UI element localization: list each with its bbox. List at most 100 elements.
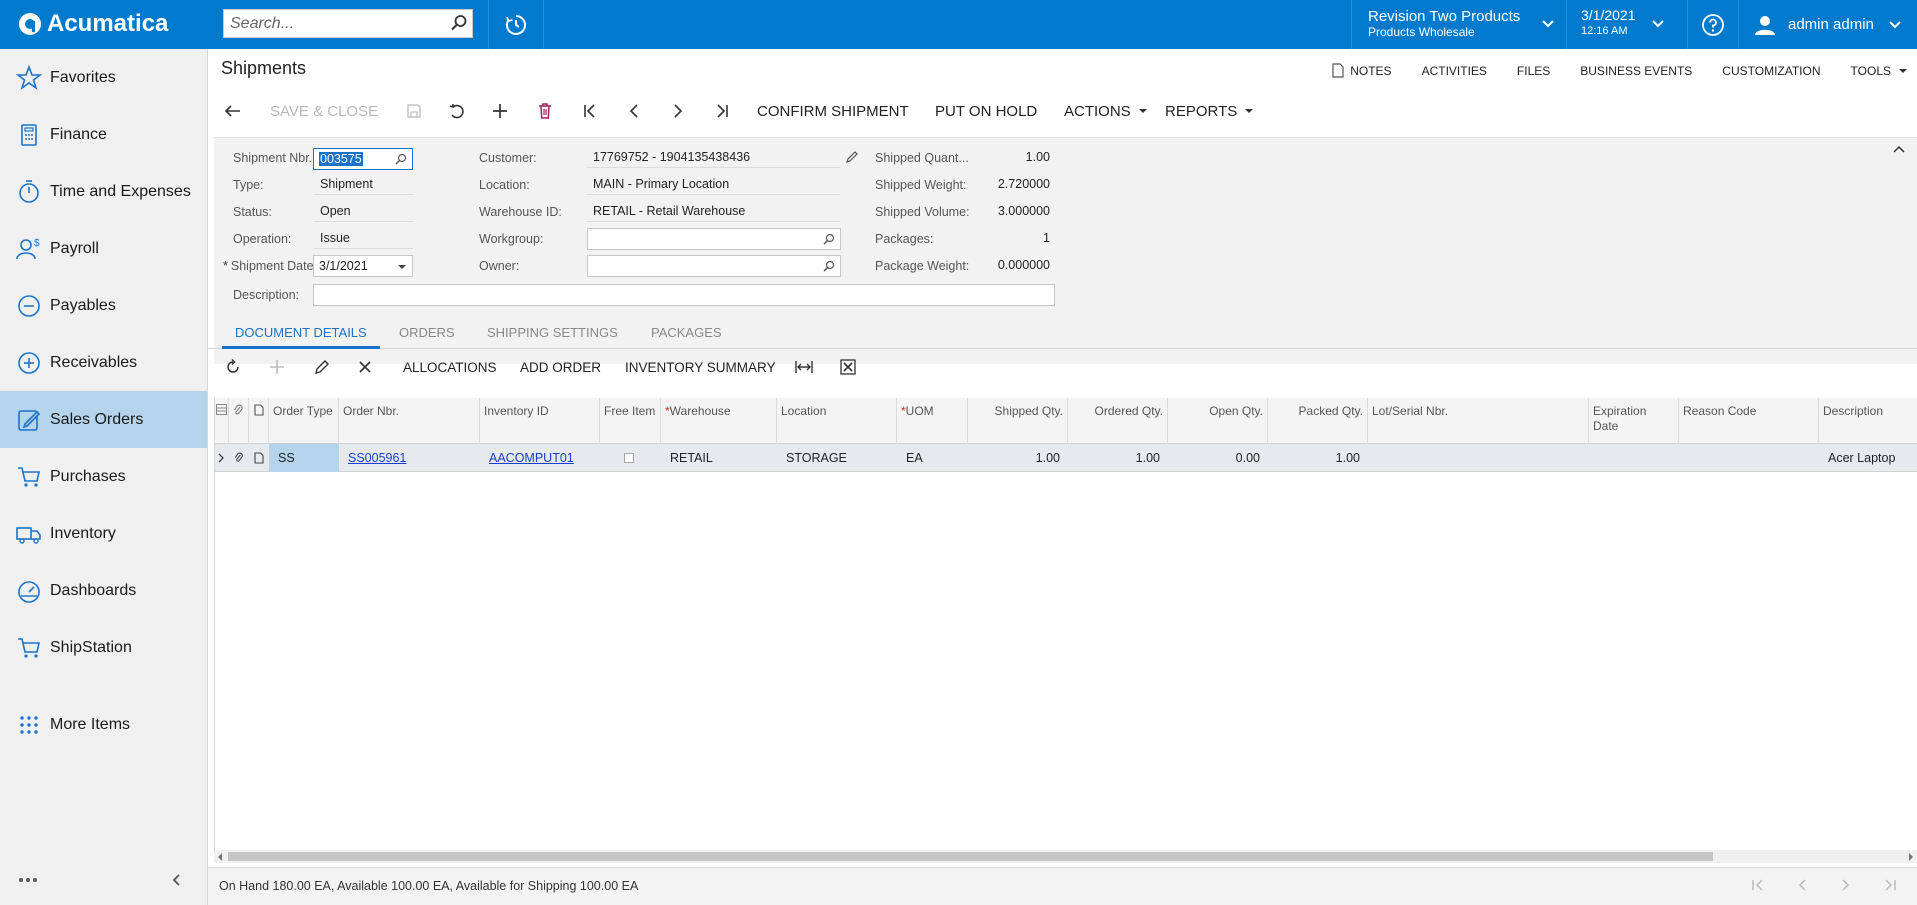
sidebar-item-inventory[interactable]: Inventory	[0, 505, 207, 562]
customization-link[interactable]: CUSTOMIZATION	[1722, 63, 1820, 78]
warehouse-value[interactable]: RETAIL - Retail Warehouse	[587, 201, 840, 222]
cell-uom[interactable]: EA	[897, 444, 968, 472]
inventory-summary-button[interactable]: INVENTORY SUMMARY	[625, 349, 776, 385]
shipment-nbr-field[interactable]: 003575	[313, 148, 413, 170]
cell-location[interactable]: STORAGE	[777, 444, 897, 472]
delete-button[interactable]	[537, 93, 553, 129]
add-button[interactable]	[492, 93, 508, 129]
scrollbar-thumb[interactable]	[228, 852, 1713, 861]
order-nbr-link[interactable]: SS005961	[348, 451, 406, 465]
pager-previous-icon[interactable]	[1794, 877, 1810, 893]
col-description[interactable]: Description	[1819, 398, 1917, 444]
save-button[interactable]	[406, 93, 422, 129]
more-dots-icon[interactable]	[18, 877, 38, 883]
cell-order-type[interactable]: SS	[269, 444, 339, 472]
undo-button[interactable]	[448, 93, 466, 129]
row-note[interactable]	[249, 444, 269, 472]
col-packed-qty[interactable]: Packed Qty.	[1268, 398, 1368, 444]
lookup-icon[interactable]	[823, 233, 835, 245]
tab-shipping-settings[interactable]: SHIPPING SETTINGS	[474, 316, 631, 349]
cell-lot-serial[interactable]	[1368, 444, 1589, 472]
owner-field[interactable]	[587, 255, 841, 277]
acumatica-logo[interactable]: Acumatica	[18, 10, 168, 38]
location-value[interactable]: MAIN - Primary Location	[587, 174, 840, 195]
company-selector[interactable]: Revision Two Products Products Wholesale	[1352, 0, 1567, 49]
workgroup-field[interactable]	[587, 228, 841, 250]
business-events-link[interactable]: BUSINESS EVENTS	[1580, 63, 1692, 78]
description-field[interactable]	[313, 284, 1055, 306]
activities-link[interactable]: ACTIVITIES	[1422, 63, 1487, 78]
collapse-form-icon[interactable]	[1893, 144, 1905, 154]
edit-pencil-icon[interactable]	[845, 150, 859, 164]
tab-document-details[interactable]: DOCUMENT DETAILS	[222, 316, 380, 349]
free-item-checkbox[interactable]	[624, 453, 634, 463]
col-expiration-date[interactable]: Expiration Date	[1589, 398, 1679, 444]
sidebar-item-favorites[interactable]: Favorites	[0, 49, 207, 106]
actions-menu[interactable]: ACTIONS	[1064, 93, 1147, 129]
tab-packages[interactable]: PACKAGES	[638, 316, 735, 349]
sidebar-item-payroll[interactable]: $ Payroll	[0, 220, 207, 277]
cell-free-item[interactable]	[600, 444, 661, 472]
col-free-item[interactable]: Free Item	[600, 398, 661, 444]
sidebar-item-finance[interactable]: Finance	[0, 106, 207, 163]
col-warehouse[interactable]: *Warehouse	[661, 398, 777, 444]
sidebar-item-time-and-expenses[interactable]: Time and Expenses	[0, 163, 207, 220]
col-open-qty[interactable]: Open Qty.	[1168, 398, 1268, 444]
search-icon[interactable]	[450, 14, 468, 35]
search-box[interactable]	[223, 9, 473, 38]
allocations-button[interactable]: ALLOCATIONS	[403, 349, 497, 385]
cell-shipped-qty[interactable]: 1.00	[968, 444, 1068, 472]
col-location[interactable]: Location	[777, 398, 897, 444]
first-record-button[interactable]	[582, 93, 598, 129]
shipment-date-field[interactable]: 3/1/2021	[313, 255, 413, 277]
sidebar-item-payables[interactable]: Payables	[0, 277, 207, 334]
add-order-button[interactable]: ADD ORDER	[520, 349, 601, 385]
tab-orders[interactable]: ORDERS	[386, 316, 468, 349]
cell-expiration-date[interactable]	[1589, 444, 1679, 472]
previous-record-button[interactable]	[626, 93, 642, 129]
date-dropdown-icon[interactable]	[398, 265, 406, 269]
cell-ordered-qty[interactable]: 1.00	[1068, 444, 1168, 472]
sidebar-item-purchases[interactable]: Purchases	[0, 448, 207, 505]
back-button[interactable]	[224, 93, 242, 129]
col-shipped-qty[interactable]: Shipped Qty.	[968, 398, 1068, 444]
lookup-icon[interactable]	[823, 260, 835, 272]
edit-row-button[interactable]	[314, 349, 330, 385]
cell-packed-qty[interactable]: 1.00	[1268, 444, 1368, 472]
scroll-right-icon[interactable]	[1908, 853, 1914, 861]
last-record-button[interactable]	[714, 93, 730, 129]
search-input[interactable]	[224, 10, 439, 37]
pager-last-icon[interactable]	[1882, 877, 1898, 893]
business-date-selector[interactable]: 3/1/2021 12:16 AM	[1567, 0, 1687, 49]
sidebar-item-shipstation[interactable]: ShipStation	[0, 619, 207, 676]
next-record-button[interactable]	[670, 93, 686, 129]
col-order-type[interactable]: Order Type	[269, 398, 339, 444]
export-excel-button[interactable]	[840, 349, 856, 385]
row-attachment[interactable]	[229, 444, 249, 472]
pager-next-icon[interactable]	[1838, 877, 1854, 893]
row-selector-header[interactable]	[215, 398, 229, 444]
confirm-shipment-button[interactable]: CONFIRM SHIPMENT	[757, 93, 909, 129]
add-row-button[interactable]	[269, 349, 285, 385]
horizontal-scrollbar[interactable]	[214, 850, 1917, 863]
help-button[interactable]	[1688, 0, 1738, 49]
sidebar-item-sales-orders[interactable]: Sales Orders	[0, 391, 207, 448]
cell-description[interactable]: Acer Laptop	[1819, 444, 1917, 472]
scroll-left-icon[interactable]	[217, 853, 223, 861]
inventory-id-link[interactable]: AACOMPUT01	[489, 451, 574, 465]
save-close-button[interactable]: SAVE & CLOSE	[270, 93, 378, 129]
put-on-hold-button[interactable]: PUT ON HOLD	[935, 93, 1037, 129]
recent-history-button[interactable]	[489, 0, 543, 49]
user-menu[interactable]: admin admin	[1739, 0, 1917, 49]
col-reason-code[interactable]: Reason Code	[1679, 398, 1819, 444]
refresh-button[interactable]	[225, 349, 241, 385]
col-lot-serial[interactable]: Lot/Serial Nbr.	[1368, 398, 1589, 444]
sidebar-item-more-items[interactable]: More Items	[0, 696, 207, 753]
cell-order-nbr[interactable]: SS005961	[339, 444, 480, 472]
col-ordered-qty[interactable]: Ordered Qty.	[1068, 398, 1168, 444]
cell-inventory-id[interactable]: AACOMPUT01	[480, 444, 600, 472]
customer-value[interactable]: 17769752 - 1904135438436	[587, 147, 840, 168]
cell-reason-code[interactable]	[1679, 444, 1819, 472]
fit-columns-button[interactable]	[795, 349, 813, 385]
tools-menu[interactable]: TOOLS	[1851, 63, 1907, 78]
